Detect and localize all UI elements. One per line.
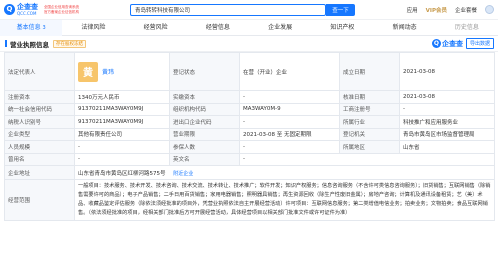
section-actions: Q 企查查 导出数据	[431, 38, 498, 49]
user-avatar-icon[interactable]	[485, 5, 494, 14]
scope-value: 一般项目：技术服务、技术开发、技术咨询、技术交流、技术转让、技术推广；软件开发；…	[74, 178, 495, 222]
staff-label: 人员规模	[4, 140, 75, 154]
established-label: 成立日期	[339, 52, 400, 91]
tax-id-value: 91370211MA3WAY0M9J	[74, 115, 170, 129]
legal-rep-cell: 黄 黄玮	[74, 52, 170, 91]
address-value: 山东省青岛市黄岛区红柳河路575号	[78, 170, 166, 177]
tab-ip[interactable]: 知识产权	[311, 20, 373, 36]
approved-date-value: 2021-03-08	[399, 90, 495, 104]
paid-capital-label: 实缴资本	[169, 90, 240, 104]
top-nav: 应用 VIP会员 企业套餐	[407, 5, 494, 14]
tab-operation-info[interactable]: 经营信息	[187, 20, 249, 36]
former-name-value: -	[74, 152, 170, 166]
region-label: 所属地区	[339, 140, 400, 154]
en-name-label: 英文名	[169, 152, 240, 166]
former-name-label: 曾用名	[4, 152, 75, 166]
slogan-line2: 官方备案企业征信机构	[44, 9, 79, 14]
main-tabs: 基本信息 3 法律风险 经营风险 经营信息 企业发展 知识产权 新闻动态 历史信…	[0, 19, 498, 36]
nav-apps[interactable]: 应用	[407, 6, 418, 14]
top-bar: Q 企查查 QCC.COM 全国企业信用查询系统 官方备案企业征信机构 青岛转转…	[0, 0, 498, 20]
region-value: 山东省	[399, 140, 495, 154]
qcc-logo-icon: Q	[4, 3, 15, 15]
tax-id-label: 纳税人识别号	[4, 115, 75, 129]
tab-development[interactable]: 企业发展	[249, 20, 311, 36]
company-type-label: 企业类型	[4, 127, 75, 141]
industry-label: 所属行业	[339, 115, 400, 129]
tab-news[interactable]: 新闻动态	[374, 20, 436, 36]
logo-sub: QCC.COM	[17, 11, 37, 17]
reg-status-label: 登记状态	[169, 52, 240, 91]
staff-value: -	[74, 140, 170, 154]
import-export-label: 进出口企业代码	[169, 115, 240, 129]
section-title: 营业执照信息	[10, 40, 49, 49]
en-name-value: -	[239, 152, 495, 166]
section-accent-bar	[5, 40, 7, 47]
insured-label: 参保人数	[169, 140, 240, 154]
nav-vip[interactable]: VIP会员	[426, 6, 447, 14]
credit-code-label: 统一社会信用代码	[4, 102, 75, 116]
tab-operation-risk[interactable]: 经营风险	[125, 20, 187, 36]
tab-label: 基本信息	[16, 23, 41, 31]
company-type-value: 其他有限责任公司	[74, 127, 170, 141]
slogan: 全国企业信用查询系统 官方备案企业征信机构	[44, 5, 96, 14]
insured-value: -	[239, 140, 340, 154]
tab-basic-info[interactable]: 基本信息 3	[0, 19, 63, 36]
legal-rep-name-link[interactable]: 黄玮	[102, 67, 114, 76]
reg-no-label: 工商注册号	[339, 102, 400, 116]
authority-value: 青岛市黄岛区市场监督管理局	[399, 127, 495, 141]
export-data-button[interactable]: 导出数据	[465, 38, 494, 49]
nav-enterprise-package[interactable]: 企业套餐	[455, 6, 477, 14]
established-value: 2021-03-08	[399, 52, 495, 91]
qcc-brand-icon: Q	[431, 39, 441, 48]
reg-status-value: 在营（开业）企业	[239, 52, 340, 91]
authority-label: 登记机关	[339, 127, 400, 141]
credit-code-value: 91370211MA3WAY0M9J	[74, 102, 170, 116]
reg-no-value: -	[399, 102, 495, 116]
reg-capital-label: 注册资本	[4, 90, 75, 104]
reg-capital-value: 1340万元人民币	[74, 90, 170, 104]
scope-label: 经营范围	[4, 178, 75, 222]
tab-count: 3	[42, 24, 46, 31]
qcc-brand: Q 企查查	[431, 39, 463, 49]
industry-value: 科技推广和应用服务业	[399, 115, 495, 129]
org-code-value: MA3WAY0M-9	[239, 102, 340, 116]
paid-capital-value: -	[239, 90, 340, 104]
search-input[interactable]: 青岛转转科技有限公司	[130, 3, 326, 16]
legal-rep-label: 法定代表人	[4, 52, 75, 91]
section-header: 营业执照信息 存在股权冻结 Q 企查查 导出数据	[0, 36, 498, 52]
address-label: 企业地址	[4, 165, 75, 180]
qcc-logo[interactable]: Q 企查查 QCC.COM	[4, 2, 44, 17]
approved-date-label: 核准日期	[339, 90, 400, 104]
nearby-companies-link[interactable]: 附近企业	[173, 171, 193, 177]
equity-freeze-badge[interactable]: 存在股权冻结	[53, 39, 86, 48]
tab-legal-risk[interactable]: 法律风险	[62, 20, 124, 36]
business-license-table: 法定代表人 黄 黄玮 登记状态 在营（开业）企业 成立日期 2021-03-08…	[4, 52, 495, 222]
qcc-brand-text: 企查查	[441, 39, 463, 48]
address-cell: 山东省青岛市黄岛区红柳河路575号 附近企业	[74, 165, 495, 180]
tab-history[interactable]: 历史信息	[436, 20, 498, 36]
org-code-label: 组织机构代码	[169, 102, 240, 116]
term-label: 营业期限	[169, 127, 240, 141]
term-value: 2021-03-08 至 无固定期限	[239, 127, 340, 141]
search-button[interactable]: 查一下	[326, 3, 355, 16]
legal-rep-avatar: 黄	[78, 61, 98, 82]
import-export-value: -	[239, 115, 340, 129]
